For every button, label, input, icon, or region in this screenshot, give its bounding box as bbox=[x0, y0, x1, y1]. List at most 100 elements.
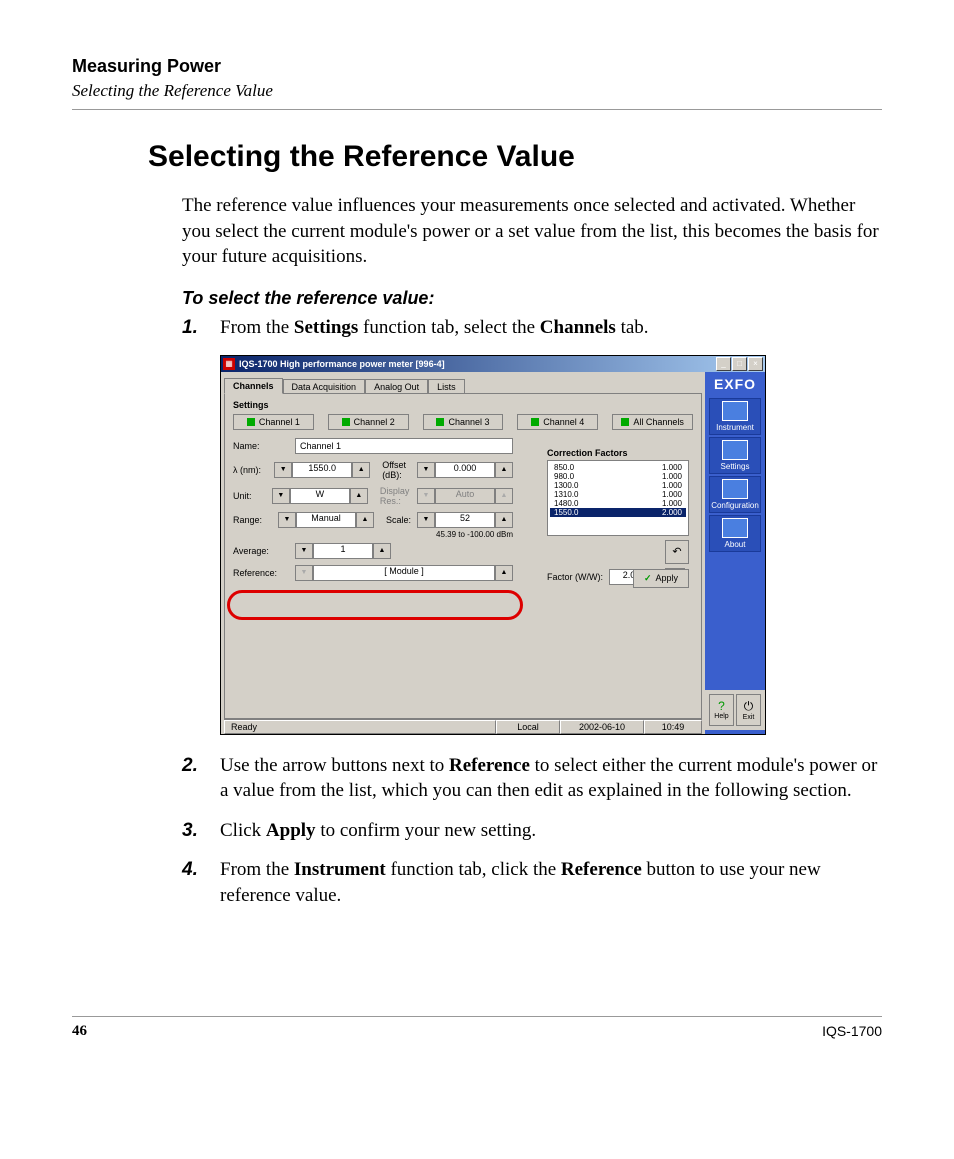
led-icon bbox=[342, 418, 350, 426]
offset-input[interactable]: 0.000 bbox=[435, 462, 495, 478]
average-up-button[interactable]: ▲ bbox=[373, 543, 391, 559]
sidebar-settings[interactable]: Settings bbox=[709, 437, 761, 474]
average-input[interactable]: 1 bbox=[313, 543, 373, 559]
correction-factors-list[interactable]: 850.01.000 980.01.000 1300.01.000 1310.0… bbox=[547, 460, 689, 536]
led-icon bbox=[621, 418, 629, 426]
step-2: 2. Use the arrow buttons next to Referen… bbox=[182, 753, 882, 804]
range-label: Range: bbox=[233, 515, 272, 525]
tab-channels[interactable]: Channels bbox=[224, 378, 283, 394]
channel-3-button[interactable]: Channel 3 bbox=[423, 414, 504, 430]
display-res-down-button: ▼ bbox=[417, 488, 435, 504]
status-local: Local bbox=[496, 720, 560, 734]
range-up-button[interactable]: ▲ bbox=[356, 512, 374, 528]
configuration-icon bbox=[722, 479, 748, 499]
name-input[interactable] bbox=[295, 438, 513, 454]
minimize-button[interactable]: _ bbox=[716, 357, 731, 371]
list-item[interactable]: 850.01.000 bbox=[550, 463, 686, 472]
running-header-chapter: Measuring Power bbox=[72, 56, 882, 77]
unit-up-button[interactable]: ▲ bbox=[350, 488, 368, 504]
range-input[interactable]: Manual bbox=[296, 512, 356, 528]
offset-label: Offset (dB): bbox=[382, 460, 411, 480]
average-down-button[interactable]: ▼ bbox=[295, 543, 313, 559]
tab-lists[interactable]: Lists bbox=[428, 379, 465, 394]
unit-down-button[interactable]: ▼ bbox=[272, 488, 290, 504]
sidebar-about[interactable]: About bbox=[709, 515, 761, 552]
display-res-input: Auto bbox=[435, 488, 495, 504]
status-ready: Ready bbox=[224, 720, 496, 734]
offset-down-button[interactable]: ▼ bbox=[417, 462, 435, 478]
running-header-subsection: Selecting the Reference Value bbox=[72, 81, 882, 101]
section-title: Selecting the Reference Value bbox=[148, 140, 882, 174]
lambda-input[interactable]: 1550.0 bbox=[292, 462, 352, 478]
channel-2-button[interactable]: Channel 2 bbox=[328, 414, 409, 430]
average-label: Average: bbox=[233, 546, 289, 556]
factor-label: Factor (W/W): bbox=[547, 572, 603, 582]
channel-1-button[interactable]: Channel 1 bbox=[233, 414, 314, 430]
titlebar: ▦ IQS-1700 High performance power meter … bbox=[221, 356, 765, 372]
intro-paragraph: The reference value influences your meas… bbox=[182, 193, 882, 270]
lambda-up-button[interactable]: ▲ bbox=[352, 462, 370, 478]
list-item[interactable]: 1300.01.000 bbox=[550, 481, 686, 490]
list-item[interactable]: 980.01.000 bbox=[550, 472, 686, 481]
step-number: 3. bbox=[182, 818, 204, 844]
reference-label: Reference: bbox=[233, 568, 289, 578]
tab-strip: Channels Data Acquisition Analog Out Lis… bbox=[224, 375, 702, 393]
status-time: 10:49 bbox=[644, 720, 702, 734]
step-text: From the Instrument function tab, click … bbox=[220, 857, 882, 908]
sidebar-configuration[interactable]: Configuration bbox=[709, 476, 761, 513]
step-text: From the Settings function tab, select t… bbox=[220, 315, 649, 341]
offset-up-button[interactable]: ▲ bbox=[495, 462, 513, 478]
scale-range-note: 45.39 to -100.00 dBm bbox=[233, 530, 513, 539]
instrument-icon bbox=[722, 401, 748, 421]
list-item[interactable]: 1480.01.000 bbox=[550, 499, 686, 508]
all-channels-button[interactable]: All Channels bbox=[612, 414, 693, 430]
list-item-selected[interactable]: 1550.02.000 bbox=[550, 508, 686, 517]
step-number: 2. bbox=[182, 753, 204, 804]
page-footer: 46 IQS-1700 bbox=[72, 1016, 882, 1040]
channel-4-button[interactable]: Channel 4 bbox=[517, 414, 598, 430]
tab-analog-out[interactable]: Analog Out bbox=[365, 379, 428, 394]
close-button[interactable]: × bbox=[748, 357, 763, 371]
scale-down-button[interactable]: ▼ bbox=[417, 512, 435, 528]
lambda-label: λ (nm): bbox=[233, 465, 268, 475]
step-1: 1. From the Settings function tab, selec… bbox=[182, 315, 882, 341]
maximize-button[interactable]: □ bbox=[732, 357, 747, 371]
settings-icon bbox=[722, 440, 748, 460]
settings-group-label: Settings bbox=[233, 400, 693, 410]
step-text: Use the arrow buttons next to Reference … bbox=[220, 753, 882, 804]
scale-label: Scale: bbox=[386, 515, 411, 525]
procedure-heading: To select the reference value: bbox=[182, 288, 882, 309]
scale-input[interactable]: 52 bbox=[435, 512, 495, 528]
highlight-circle bbox=[227, 590, 523, 620]
status-date: 2002-06-10 bbox=[560, 720, 644, 734]
status-bar: Ready Local 2002-06-10 10:49 bbox=[224, 719, 702, 734]
help-button[interactable]: ?Help bbox=[709, 694, 734, 726]
range-down-button[interactable]: ▼ bbox=[278, 512, 296, 528]
step-number: 1. bbox=[182, 315, 204, 341]
scale-up-button[interactable]: ▲ bbox=[495, 512, 513, 528]
window-title: IQS-1700 High performance power meter [9… bbox=[239, 359, 716, 369]
led-icon bbox=[247, 418, 255, 426]
sidebar-instrument[interactable]: Instrument bbox=[709, 398, 761, 435]
undo-button[interactable]: ↶ bbox=[665, 540, 689, 564]
function-sidebar: EXFO Instrument Settings Configuration A… bbox=[705, 372, 765, 734]
check-icon: ✓ bbox=[644, 573, 652, 584]
led-icon bbox=[436, 418, 444, 426]
screenshot-figure: ▦ IQS-1700 High performance power meter … bbox=[220, 355, 882, 735]
tab-data-acquisition[interactable]: Data Acquisition bbox=[283, 379, 366, 394]
app-icon: ▦ bbox=[223, 358, 235, 370]
apply-button[interactable]: ✓ Apply bbox=[633, 569, 689, 588]
lambda-down-button[interactable]: ▼ bbox=[274, 462, 292, 478]
reference-input[interactable]: [ Module ] bbox=[313, 565, 495, 581]
step-3: 3. Click Apply to confirm your new setti… bbox=[182, 818, 882, 844]
power-icon: ⏻ bbox=[744, 699, 754, 714]
unit-input[interactable]: W bbox=[290, 488, 350, 504]
header-rule bbox=[72, 109, 882, 110]
led-icon bbox=[531, 418, 539, 426]
exfo-logo: EXFO bbox=[714, 376, 756, 392]
reference-up-button[interactable]: ▲ bbox=[495, 565, 513, 581]
reference-down-button[interactable]: ▼ bbox=[295, 565, 313, 581]
list-item[interactable]: 1310.01.000 bbox=[550, 490, 686, 499]
step-number: 4. bbox=[182, 857, 204, 908]
exit-button[interactable]: ⏻Exit bbox=[736, 694, 761, 726]
